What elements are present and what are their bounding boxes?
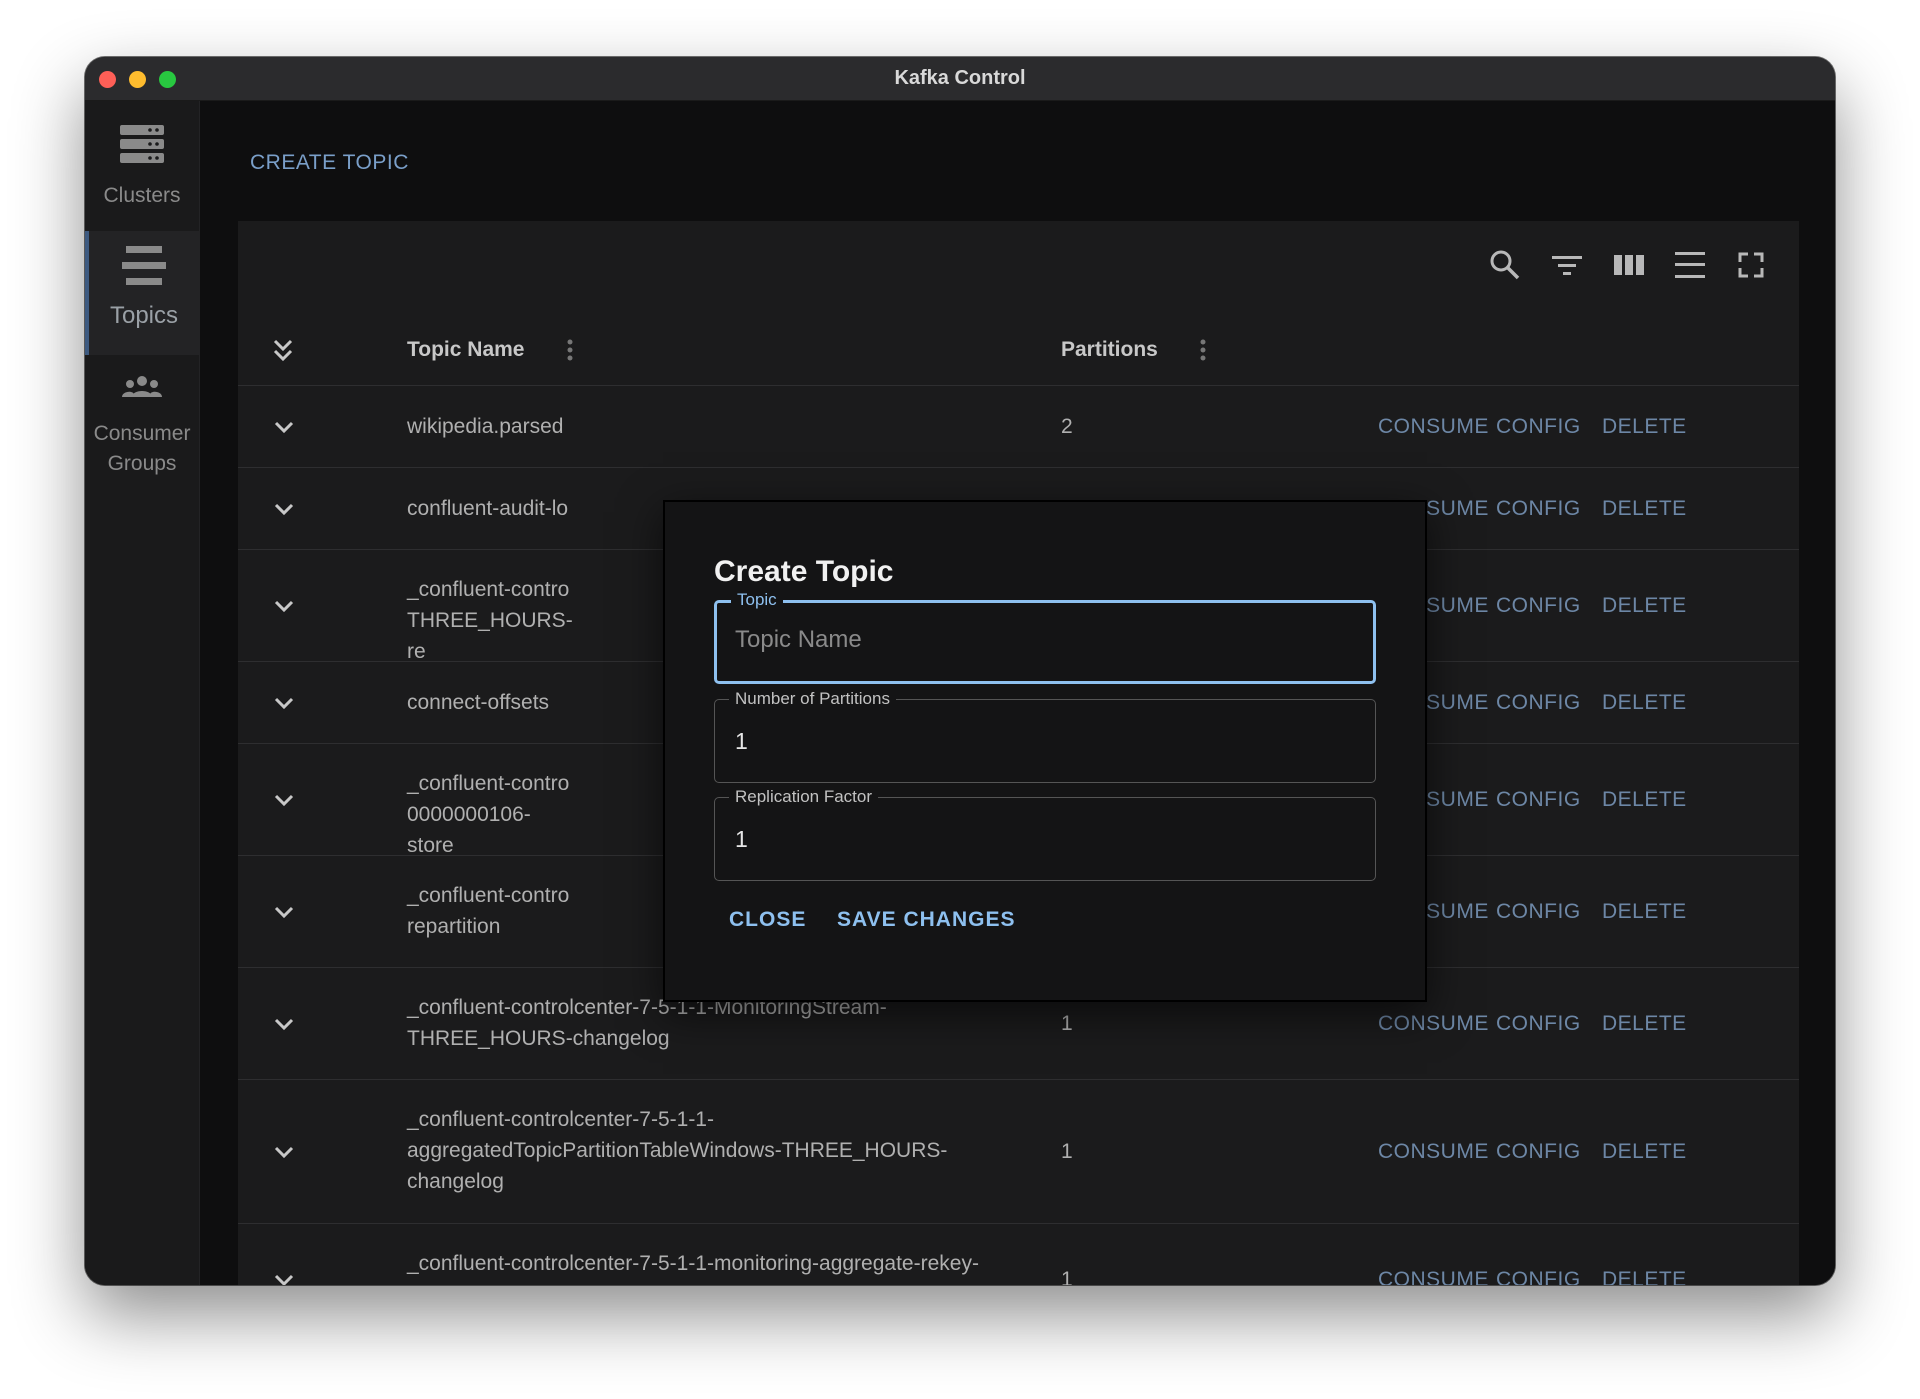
config-button[interactable]: CONFIG bbox=[1496, 411, 1581, 442]
sidebar-item-label: Consumer Groups bbox=[93, 422, 191, 475]
search-icon[interactable] bbox=[1488, 248, 1522, 282]
sidebar-item-label: Clusters bbox=[103, 184, 181, 207]
chevron-down-icon[interactable] bbox=[272, 419, 296, 435]
table-row[interactable]: _confluent-controlcenter-7-5-1-1-monitor… bbox=[238, 1224, 1799, 1285]
create-topic-button[interactable]: CREATE TOPIC bbox=[250, 151, 409, 175]
consume-button[interactable]: CONSUME bbox=[1378, 1008, 1489, 1039]
density-icon[interactable] bbox=[1673, 248, 1707, 282]
chevron-down-icon[interactable] bbox=[272, 501, 296, 517]
field-label: Replication Factor bbox=[729, 787, 879, 807]
filter-icon[interactable] bbox=[1550, 248, 1584, 282]
topic-name-cell: _confluent-contro THREE_HOURS-re bbox=[407, 578, 573, 663]
consume-button[interactable]: CONSUME bbox=[1378, 411, 1489, 442]
config-button[interactable]: CONFIG bbox=[1496, 590, 1581, 621]
chevron-down-icon[interactable] bbox=[272, 695, 296, 711]
topic-name-cell: _confluent-controlcenter-7-5-1-1-monitor… bbox=[407, 1252, 979, 1285]
delete-button[interactable]: DELETE bbox=[1602, 1136, 1687, 1167]
chevron-down-icon[interactable] bbox=[272, 1272, 296, 1285]
delete-button[interactable]: DELETE bbox=[1602, 1008, 1687, 1039]
config-button[interactable]: CONFIG bbox=[1496, 784, 1581, 815]
chevron-down-icon[interactable] bbox=[272, 904, 296, 920]
dialog-title: Create Topic bbox=[714, 555, 894, 588]
partitions-cell: 1 bbox=[1061, 1140, 1073, 1163]
column-header-topic-name[interactable]: Topic Name bbox=[407, 338, 524, 362]
expand-all-icon[interactable] bbox=[272, 338, 294, 362]
partitions-input[interactable]: 1 bbox=[735, 726, 748, 756]
topic-name-field[interactable]: Topic bbox=[714, 590, 1376, 684]
topics-list-icon bbox=[122, 246, 166, 285]
delete-button[interactable]: DELETE bbox=[1602, 590, 1687, 621]
delete-button[interactable]: DELETE bbox=[1602, 784, 1687, 815]
column-menu-icon[interactable] bbox=[1200, 338, 1206, 362]
sidebar-item-consumer-groups[interactable]: Consumer Groups bbox=[85, 355, 199, 485]
delete-button[interactable]: DELETE bbox=[1602, 896, 1687, 927]
table-header: Topic Name Partitions bbox=[238, 316, 1799, 386]
chevron-down-icon[interactable] bbox=[272, 1144, 296, 1160]
config-button[interactable]: CONFIG bbox=[1496, 896, 1581, 927]
replication-factor-input[interactable]: 1 bbox=[735, 824, 748, 854]
delete-button[interactable]: DELETE bbox=[1602, 687, 1687, 718]
partitions-cell: 2 bbox=[1061, 415, 1073, 438]
config-button[interactable]: CONFIG bbox=[1496, 493, 1581, 524]
replication-factor-field[interactable]: Replication Factor 1 bbox=[714, 787, 1376, 881]
sidebar-item-label: Topics bbox=[109, 302, 179, 329]
consume-button[interactable]: CONSUME bbox=[1378, 1136, 1489, 1167]
topic-name-cell: _confluent-contro 0000000106-store bbox=[407, 772, 570, 857]
window-title: Kafka Control bbox=[894, 67, 1026, 89]
config-button[interactable]: CONFIG bbox=[1496, 687, 1581, 718]
field-label: Number of Partitions bbox=[729, 689, 896, 709]
close-button[interactable]: CLOSE bbox=[729, 908, 806, 932]
sidebar-item-clusters[interactable]: Clusters bbox=[85, 101, 199, 231]
config-button[interactable]: CONFIG bbox=[1496, 1136, 1581, 1167]
delete-button[interactable]: DELETE bbox=[1602, 1264, 1687, 1285]
chevron-down-icon[interactable] bbox=[272, 792, 296, 808]
topic-name-input[interactable] bbox=[735, 622, 1335, 658]
consume-button[interactable]: CONSUME bbox=[1378, 1264, 1489, 1285]
group-icon bbox=[122, 376, 162, 397]
partitions-cell: 1 bbox=[1061, 1268, 1073, 1285]
columns-icon[interactable] bbox=[1612, 248, 1646, 282]
table-row[interactable]: _confluent-controlcenter-7-5-1-1-aggrega… bbox=[238, 1080, 1799, 1224]
server-stack-icon bbox=[120, 125, 164, 163]
topic-name-cell: _confluent-contro repartition bbox=[407, 884, 570, 938]
config-button[interactable]: CONFIG bbox=[1496, 1008, 1581, 1039]
column-header-partitions[interactable]: Partitions bbox=[1061, 338, 1158, 362]
delete-button[interactable]: DELETE bbox=[1602, 411, 1687, 442]
fullscreen-icon[interactable] bbox=[1734, 248, 1768, 282]
create-topic-dialog: Create Topic Topic Number of Partitions … bbox=[663, 500, 1427, 1002]
sidebar: Clusters Topics Consumer Groups bbox=[85, 101, 200, 1285]
partitions-cell: 1 bbox=[1061, 1012, 1073, 1035]
topic-name-cell: _confluent-controlcenter-7-5-1-1-aggrega… bbox=[407, 1108, 948, 1193]
field-label: Topic bbox=[731, 590, 783, 610]
config-button[interactable]: CONFIG bbox=[1496, 1264, 1581, 1285]
delete-button[interactable]: DELETE bbox=[1602, 493, 1687, 524]
app-window: Kafka Control Clusters Topics Consumer G… bbox=[85, 57, 1835, 1285]
save-changes-button[interactable]: SAVE CHANGES bbox=[837, 908, 1015, 932]
table-row[interactable]: wikipedia.parsed 2 CONSUME CONFIG DELETE bbox=[238, 386, 1799, 468]
column-menu-icon[interactable] bbox=[567, 338, 573, 362]
chevron-down-icon[interactable] bbox=[272, 598, 296, 614]
sidebar-item-topics[interactable]: Topics bbox=[85, 231, 199, 355]
topic-name-cell: wikipedia.parsed bbox=[407, 415, 564, 438]
partitions-field[interactable]: Number of Partitions 1 bbox=[714, 689, 1376, 783]
title-bar: Kafka Control bbox=[85, 57, 1835, 101]
chevron-down-icon[interactable] bbox=[272, 1016, 296, 1032]
